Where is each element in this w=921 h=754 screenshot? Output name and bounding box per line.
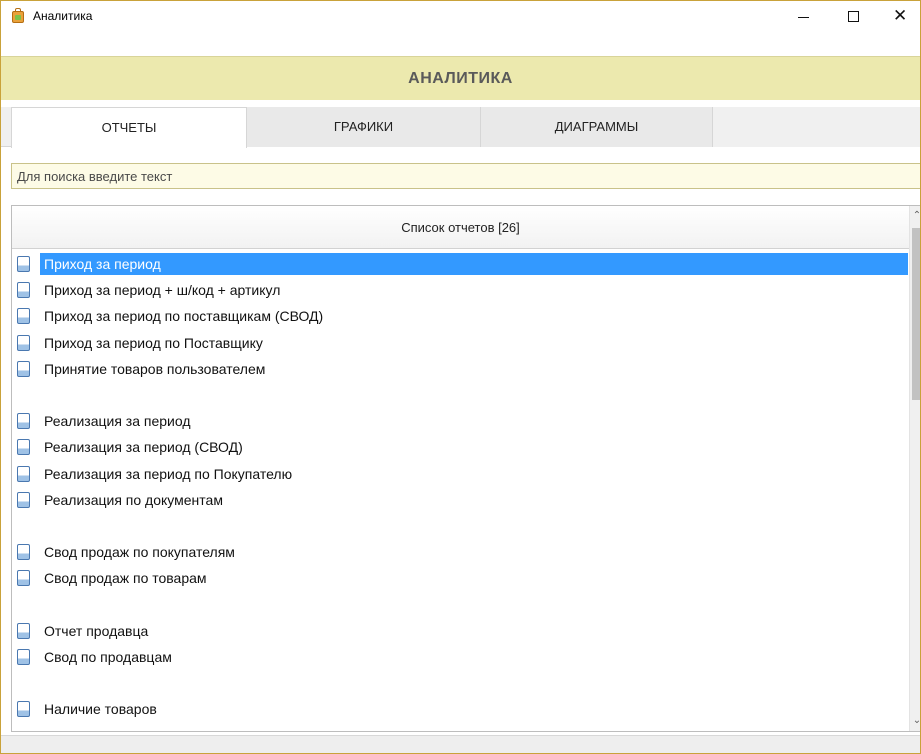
list-item[interactable]: Реализация за период по Покупателю [12, 462, 909, 486]
analytics-window: Аналитика ✕ АНАЛИТИКА ОТЧЕТЫ ГРАФИКИ ДИА… [0, 0, 921, 754]
list-item-label: Реализация за период [44, 413, 191, 429]
document-icon [17, 466, 30, 482]
document-icon [17, 439, 30, 455]
tab-diagrams[interactable]: ДИАГРАММЫ [481, 107, 713, 147]
close-icon: ✕ [893, 6, 908, 26]
list-item[interactable]: Наличие товаров [12, 697, 909, 721]
list-item[interactable]: Приход за период + ш/код + артикул [12, 278, 909, 302]
document-icon [17, 361, 30, 377]
list-item-label: Приход за период [44, 256, 161, 272]
app-bag-icon [11, 8, 25, 24]
tab-bar-filler [713, 107, 920, 147]
header-band: АНАЛИТИКА [1, 56, 920, 100]
list-item[interactable]: Реализация за период (СВОД) [12, 435, 909, 459]
list-item-label: Реализация по документам [44, 492, 223, 508]
minimize-icon [798, 17, 809, 18]
list-item[interactable]: Отчет продавца [12, 619, 909, 643]
selection-highlight [40, 253, 908, 275]
list-item-label: Реализация за период по Покупателю [44, 466, 293, 482]
tab-bar: ОТЧЕТЫ ГРАФИКИ ДИАГРАММЫ [1, 107, 920, 148]
list-item[interactable]: Приход за период по поставщикам (СВОД) [12, 304, 909, 328]
list-item[interactable]: Принятие товаров пользователем [12, 357, 909, 381]
list-item[interactable]: Реализация по документам [12, 488, 909, 512]
document-icon [17, 308, 30, 324]
search-input[interactable] [12, 164, 920, 188]
document-icon [17, 492, 30, 508]
list-item-label: Отчет продавца [44, 623, 149, 639]
reports-list: Список отчетов [26] Приход за период Прих… [11, 205, 920, 732]
page-title: АНАЛИТИКА [408, 70, 513, 87]
document-icon [17, 701, 30, 717]
list-item-label: Свод продаж по покупателям [44, 544, 235, 560]
title-bar[interactable]: Аналитика ✕ [1, 1, 920, 31]
list-item[interactable]: Реализация за период [12, 409, 909, 433]
list-item[interactable]: Свод продаж по покупателям [12, 540, 909, 564]
vertical-scrollbar[interactable]: ⌃ ⌄ [909, 206, 920, 731]
maximize-button[interactable] [831, 1, 877, 31]
list-item-label: Свод продаж по товарам [44, 570, 207, 586]
window-title: Аналитика [33, 9, 93, 23]
scroll-down-arrow-icon[interactable]: ⌄ [910, 711, 920, 731]
tab-reports[interactable]: ОТЧЕТЫ [11, 107, 247, 148]
list-item-label: Наличие товаров [44, 701, 157, 717]
scroll-up-arrow-icon[interactable]: ⌃ [910, 206, 920, 226]
maximize-icon [848, 11, 859, 22]
list-item-label: Приход за период по поставщикам (СВОД) [44, 308, 324, 324]
list-item-label: Свод по продавцам [44, 649, 172, 665]
list-item-label: Приход за период + ш/код + артикул [44, 282, 281, 298]
document-icon [17, 282, 30, 298]
list-item-label: Реализация за период (СВОД) [44, 439, 243, 455]
list-item-label: Приход за период по Поставщику [44, 335, 263, 351]
tab-charts[interactable]: ГРАФИКИ [247, 107, 481, 147]
list-item[interactable]: Свод продаж по товарам [12, 566, 909, 590]
minimize-button[interactable] [781, 1, 827, 31]
document-icon [17, 623, 30, 639]
document-icon [17, 570, 30, 586]
close-button[interactable]: ✕ [877, 1, 920, 31]
list-body: Приход за период Приход за период + ш/код… [12, 250, 909, 731]
search-box [11, 163, 920, 189]
scroll-thumb[interactable] [912, 228, 920, 400]
document-icon [17, 544, 30, 560]
list-header[interactable]: Список отчетов [26] [12, 206, 909, 249]
document-icon [17, 256, 30, 272]
document-icon [17, 413, 30, 429]
list-item[interactable]: Приход за период по Поставщику [12, 331, 909, 355]
list-item-label: Принятие товаров пользователем [44, 361, 266, 377]
list-item[interactable]: Свод по продавцам [12, 645, 909, 669]
status-bar [1, 735, 920, 753]
list-item[interactable]: Приход за период [12, 252, 909, 276]
document-icon [17, 649, 30, 665]
document-icon [17, 335, 30, 351]
